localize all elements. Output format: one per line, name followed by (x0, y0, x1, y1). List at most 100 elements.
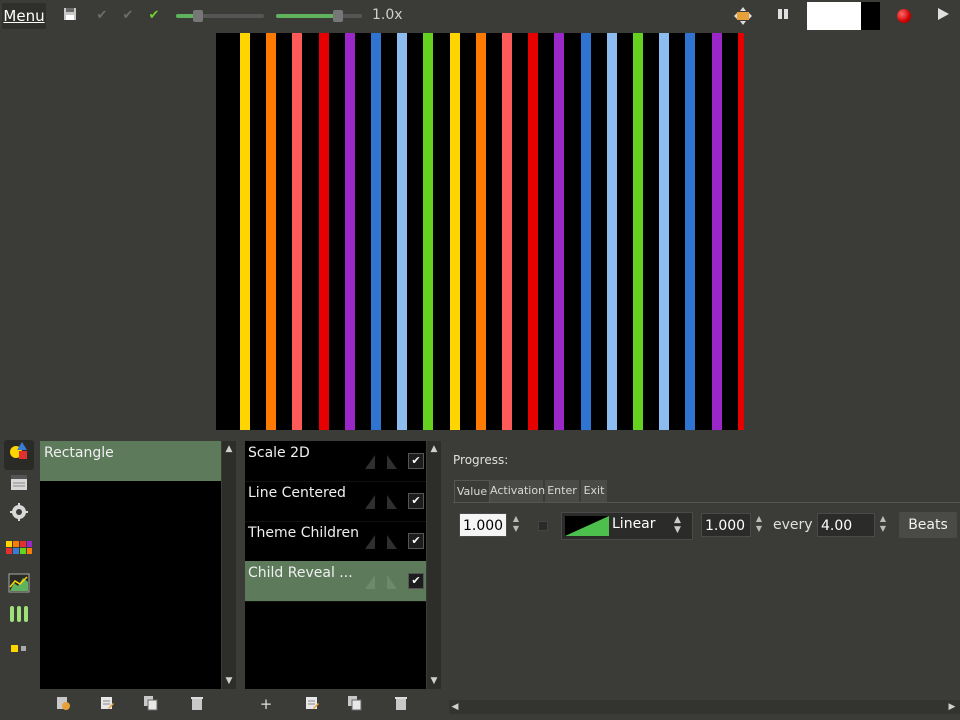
enabled-checkbox[interactable]: ✔ (408, 493, 424, 509)
unit-button[interactable]: Beats (899, 512, 957, 538)
color-stripe (607, 33, 617, 430)
scroll-up-icon[interactable]: ▲ (427, 443, 441, 455)
every-label: every (773, 517, 813, 533)
save-icon[interactable] (61, 7, 79, 25)
palette-icon[interactable] (4, 535, 34, 565)
preview-black-swatch[interactable] (861, 2, 880, 30)
list-item[interactable]: Scale 2D ✔ (245, 441, 426, 482)
effect-label: Scale 2D (248, 445, 310, 461)
value-stepper[interactable]: ▲ ▼ (510, 514, 522, 534)
play-icon[interactable] (934, 7, 952, 25)
list-item[interactable]: Theme Children ✔ (245, 521, 426, 562)
enabled-checkbox[interactable]: ✔ (408, 453, 424, 469)
color-stripe (266, 33, 276, 430)
tab-divider (453, 502, 960, 503)
clapperboard-icon[interactable] (4, 472, 34, 502)
fullscreen-icon[interactable] (734, 7, 752, 25)
volume-slider-fill (276, 14, 338, 18)
property-title: Progress: (453, 453, 509, 467)
scroll-left-icon[interactable]: ◀ (449, 700, 461, 714)
list-item[interactable]: Line Centered ✔ (245, 481, 426, 522)
color-stripe (554, 33, 564, 430)
delete-effect-icon[interactable] (392, 695, 410, 713)
move-up-icon[interactable] (365, 455, 375, 469)
curve-label: Linear (612, 516, 656, 532)
volume-slider[interactable] (276, 10, 362, 22)
value-input[interactable]: 1.000 (459, 513, 507, 537)
color-stripe (685, 33, 695, 430)
enabled-checkbox[interactable]: ✔ (408, 573, 424, 589)
period-input[interactable]: 4.00 (817, 513, 875, 537)
list-item[interactable]: Child Reveal ... ✔ (245, 561, 426, 602)
move-down-icon[interactable] (387, 535, 397, 549)
delete-layer-icon[interactable] (188, 695, 206, 713)
graph-icon[interactable] (4, 573, 34, 603)
scroll-up-icon[interactable]: ▲ (222, 443, 236, 455)
scroll-down-icon[interactable]: ▼ (427, 675, 441, 687)
duplicate-layer-icon[interactable] (142, 695, 160, 713)
edit-effect-icon[interactable] (303, 695, 321, 713)
menu-button[interactable]: Menu (2, 3, 46, 29)
move-down-icon[interactable] (387, 495, 397, 509)
color-stripe (712, 33, 722, 430)
color-stripe (423, 33, 433, 430)
effect-label: Child Reveal ... (248, 565, 353, 581)
check-icon[interactable]: ✔ (93, 7, 111, 25)
color-stripe (528, 33, 538, 430)
check-icon[interactable]: ✔ (119, 7, 137, 25)
tab-exit[interactable]: Exit (581, 480, 607, 502)
chevron-updown-icon: ▲ ▼ (674, 515, 681, 535)
speed-slider[interactable] (176, 10, 264, 22)
list-item[interactable]: Rectangle (40, 441, 221, 481)
gear-icon[interactable] (4, 502, 34, 532)
pause-icon[interactable] (774, 7, 792, 25)
layers-scrollbar[interactable]: ▲ ▼ (222, 441, 236, 689)
add-layer-icon[interactable] (54, 695, 72, 713)
enabled-checkbox[interactable]: ✔ (408, 533, 424, 549)
tab-value[interactable]: Value (454, 480, 490, 503)
edit-layer-icon[interactable] (98, 695, 116, 713)
color-stripe (738, 33, 744, 430)
channels-icon[interactable] (4, 604, 34, 634)
preview-canvas[interactable] (216, 33, 744, 430)
layout-icon[interactable] (4, 636, 34, 666)
curve-select[interactable]: Linear ▲ ▼ (561, 512, 693, 540)
check-icon[interactable]: ✔ (145, 7, 163, 25)
color-stripe (476, 33, 486, 430)
color-stripe (659, 33, 669, 430)
effects-list[interactable]: Scale 2D ✔ Line Centered ✔ Theme Childre… (245, 441, 426, 689)
speed-slider-knob[interactable] (193, 10, 203, 22)
properties-hscrollbar[interactable]: ◀ ▶ (449, 700, 960, 714)
amount-stepper[interactable]: ▲ ▼ (753, 514, 765, 534)
move-up-icon[interactable] (365, 535, 375, 549)
move-down-icon[interactable] (387, 575, 397, 589)
duplicate-effect-icon[interactable] (346, 695, 364, 713)
color-stripe (345, 33, 355, 430)
color-stripe (581, 33, 591, 430)
tab-enter[interactable]: Enter (545, 480, 579, 502)
add-effect-icon[interactable]: + (257, 695, 275, 713)
keyframe-toggle[interactable] (538, 521, 548, 531)
amount-input[interactable]: 1.000 (701, 513, 751, 537)
effects-scrollbar[interactable]: ▲ ▼ (427, 441, 441, 689)
move-down-icon[interactable] (387, 455, 397, 469)
layers-list[interactable]: Rectangle (40, 441, 221, 689)
color-stripe (292, 33, 302, 430)
tab-activation[interactable]: Activation (490, 480, 545, 502)
color-stripe (633, 33, 643, 430)
shapes-tool-icon[interactable] (4, 440, 34, 470)
scroll-down-icon[interactable]: ▼ (222, 675, 236, 687)
scroll-right-icon[interactable]: ▶ (946, 700, 958, 714)
color-stripe (240, 33, 250, 430)
color-stripe (502, 33, 512, 430)
color-stripe (397, 33, 407, 430)
move-up-icon[interactable] (365, 575, 375, 589)
zoom-label: 1.0x (372, 7, 403, 23)
layer-label: Rectangle (44, 445, 114, 461)
period-stepper[interactable]: ▲ ▼ (877, 514, 889, 534)
preview-white-swatch[interactable] (807, 2, 861, 30)
volume-slider-knob[interactable] (333, 10, 343, 22)
move-up-icon[interactable] (365, 495, 375, 509)
effect-label: Line Centered (248, 485, 346, 501)
record-icon[interactable] (897, 9, 911, 23)
